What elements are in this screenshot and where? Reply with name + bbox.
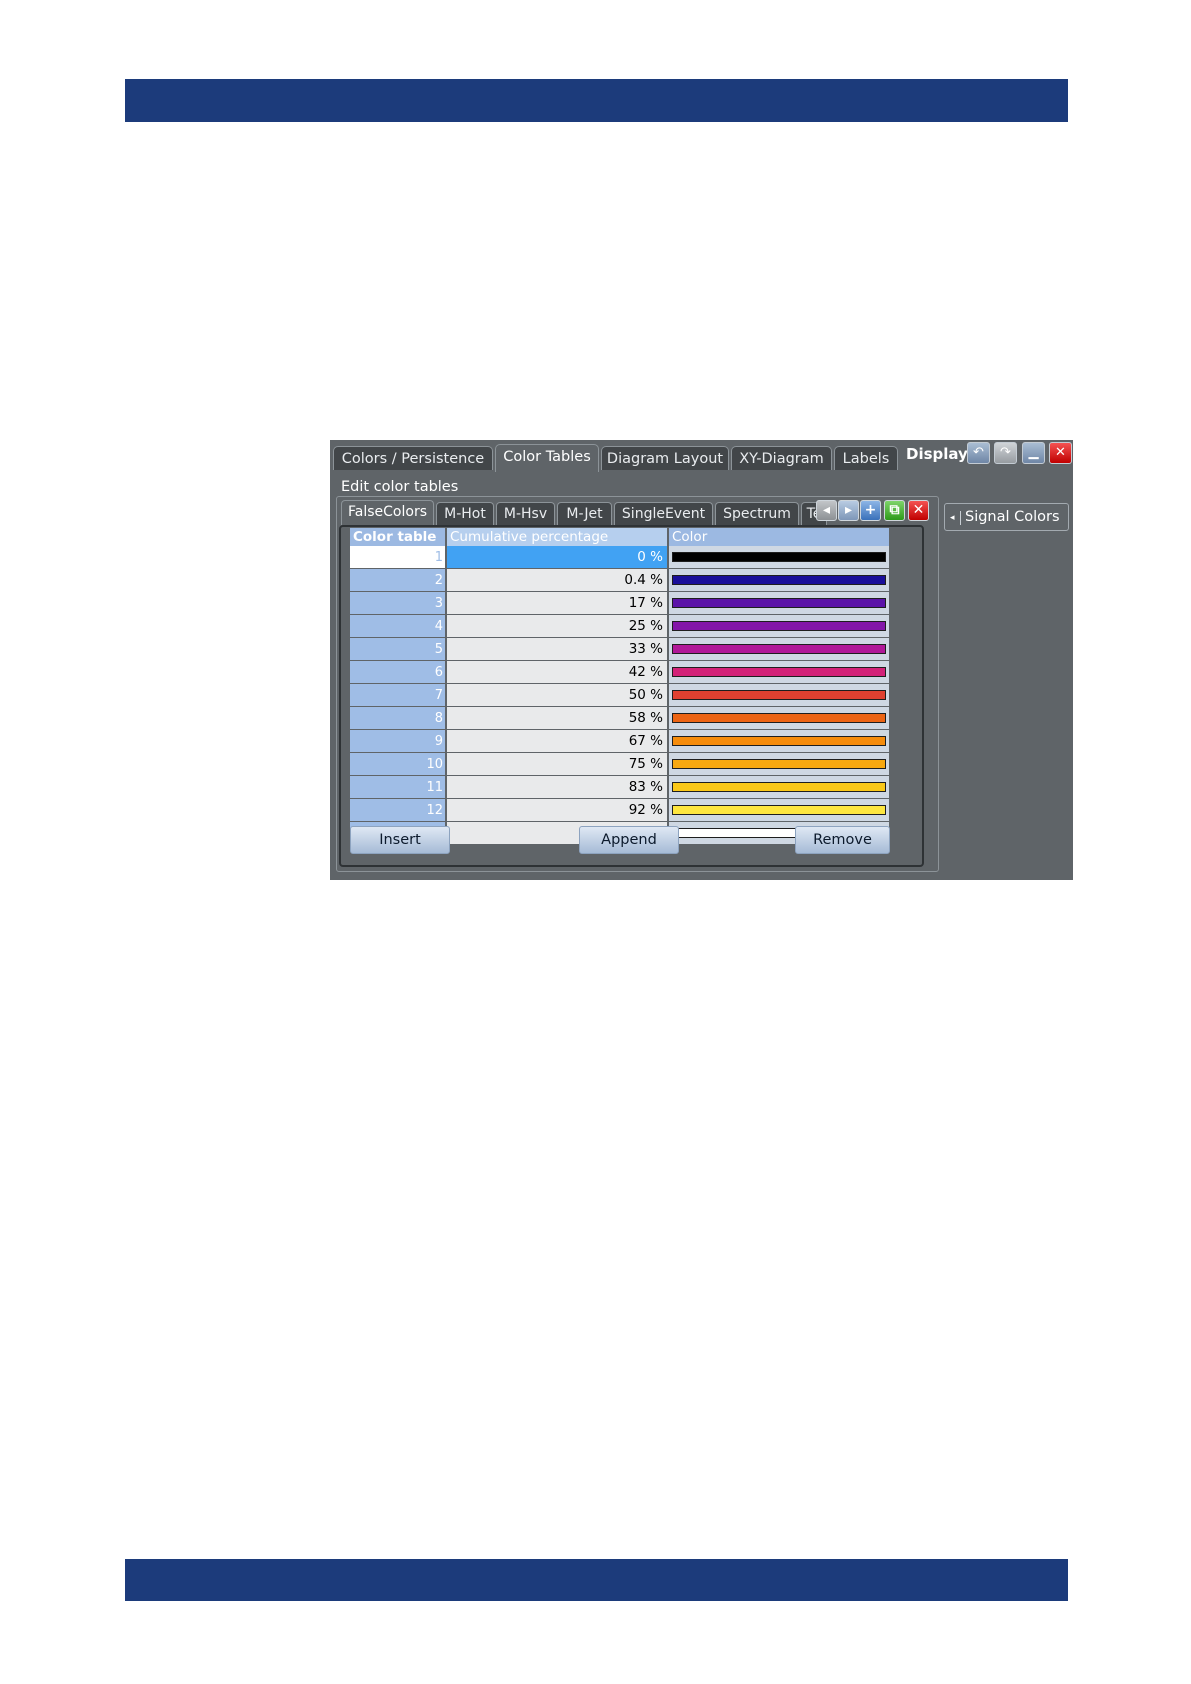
- table-row[interactable]: 5 33 %: [350, 637, 889, 661]
- percentage-cell[interactable]: 67 %: [446, 729, 669, 753]
- color-cell[interactable]: [668, 568, 889, 592]
- subtab-singleevent[interactable]: SingleEvent: [614, 502, 713, 525]
- tab-colors-persistence[interactable]: Colors / Persistence: [333, 446, 493, 470]
- row-index-cell[interactable]: 5: [350, 637, 447, 661]
- percentage-cell[interactable]: 17 %: [446, 591, 669, 615]
- color-cell[interactable]: [668, 660, 889, 684]
- percentage-cell[interactable]: 0.4 %: [446, 568, 669, 592]
- color-swatch: [672, 621, 886, 631]
- table-row[interactable]: 11 83 %: [350, 775, 889, 799]
- add-icon[interactable]: +: [860, 500, 881, 521]
- percentage-cell[interactable]: 33 %: [446, 637, 669, 661]
- subtab-m-hsv[interactable]: M-Hsv: [496, 502, 555, 525]
- minimize-icon[interactable]: ▁: [1022, 442, 1045, 464]
- color-swatch: [672, 713, 886, 723]
- remove-button[interactable]: Remove: [795, 826, 890, 854]
- percentage-cell[interactable]: 58 %: [446, 706, 669, 730]
- row-index-cell[interactable]: 12: [350, 798, 447, 822]
- subtab-falsecolors[interactable]: FalseColors: [341, 500, 434, 525]
- display-dialog: Colors / Persistence Color Tables Diagra…: [330, 440, 1073, 880]
- percentage-cell[interactable]: 42 %: [446, 660, 669, 684]
- table-row[interactable]: 6 42 %: [350, 660, 889, 684]
- section-label: Edit color tables: [341, 479, 459, 495]
- color-cell[interactable]: [668, 614, 889, 638]
- copy-icon[interactable]: ⧉: [884, 500, 905, 521]
- table-header-row: Color table Cumulative percentage Color: [350, 528, 889, 546]
- undo-icon[interactable]: ↶: [967, 442, 990, 464]
- row-index-cell[interactable]: 8: [350, 706, 447, 730]
- redo-icon[interactable]: ↷: [994, 442, 1017, 464]
- table-row[interactable]: 4 25 %: [350, 614, 889, 638]
- table-row[interactable]: 8 58 %: [350, 706, 889, 730]
- percentage-cell[interactable]: 92 %: [446, 798, 669, 822]
- percentage-cell[interactable]: 0 %: [446, 546, 669, 569]
- color-swatch: [672, 805, 886, 815]
- row-index-cell[interactable]: 3: [350, 591, 447, 615]
- subtab-spectrum[interactable]: Spectrum: [715, 502, 799, 525]
- table-row[interactable]: 9 67 %: [350, 729, 889, 753]
- color-cell[interactable]: [668, 591, 889, 615]
- color-swatch: [672, 690, 886, 700]
- color-cell[interactable]: [668, 798, 889, 822]
- row-index-cell[interactable]: 6: [350, 660, 447, 684]
- row-index-cell[interactable]: 10: [350, 752, 447, 776]
- tab-xy-diagram[interactable]: XY-Diagram: [731, 446, 832, 470]
- page-footer-band: [125, 1559, 1068, 1601]
- delete-icon[interactable]: ✕: [908, 500, 929, 521]
- color-cell[interactable]: [668, 637, 889, 661]
- tab-labels[interactable]: Labels: [834, 446, 898, 470]
- column-header-color[interactable]: Color: [668, 528, 889, 546]
- table-row[interactable]: 3 17 %: [350, 591, 889, 615]
- percentage-cell[interactable]: 50 %: [446, 683, 669, 707]
- table-row[interactable]: 10 %: [350, 546, 889, 569]
- color-cell[interactable]: [668, 775, 889, 799]
- color-swatch: [672, 575, 886, 585]
- row-index-cell[interactable]: 11: [350, 775, 447, 799]
- color-cell[interactable]: [668, 729, 889, 753]
- color-swatch: [672, 598, 886, 608]
- column-header-index[interactable]: Color table: [350, 528, 447, 546]
- row-index-cell[interactable]: 7: [350, 683, 447, 707]
- table-row[interactable]: 12 92 %: [350, 798, 889, 822]
- table-row[interactable]: 10 75 %: [350, 752, 889, 776]
- scroll-left-icon[interactable]: ◂: [816, 500, 837, 521]
- percentage-cell[interactable]: 83 %: [446, 775, 669, 799]
- signal-colors-button[interactable]: ◂ Signal Colors: [944, 503, 1069, 531]
- color-cell[interactable]: [668, 752, 889, 776]
- append-button[interactable]: Append: [579, 826, 679, 854]
- row-index-cell[interactable]: 2: [350, 568, 447, 592]
- tab-color-tables[interactable]: Color Tables: [495, 444, 599, 472]
- color-swatch: [672, 736, 886, 746]
- row-index-cell[interactable]: 4: [350, 614, 447, 638]
- scroll-right-icon[interactable]: ▸: [838, 500, 859, 521]
- close-icon[interactable]: ✕: [1049, 442, 1072, 464]
- color-table: Color table Cumulative percentage Color …: [350, 528, 889, 845]
- color-swatch: [672, 759, 886, 769]
- dialog-title: Display: [906, 445, 968, 463]
- tab-diagram-layout[interactable]: Diagram Layout: [601, 446, 729, 470]
- row-index-cell[interactable]: 9: [350, 729, 447, 753]
- percentage-cell[interactable]: 25 %: [446, 614, 669, 638]
- color-swatch: [672, 782, 886, 792]
- signal-colors-label: Signal Colors: [965, 509, 1060, 525]
- page-header-band: [125, 79, 1068, 122]
- subtab-m-hot[interactable]: M-Hot: [436, 502, 494, 525]
- column-header-percentage[interactable]: Cumulative percentage: [446, 528, 669, 546]
- color-swatch: [672, 552, 886, 562]
- color-cell[interactable]: [668, 546, 889, 569]
- subtab-m-jet[interactable]: M-Jet: [557, 502, 612, 525]
- color-swatch: [672, 644, 886, 654]
- color-cell[interactable]: [668, 683, 889, 707]
- row-index-cell[interactable]: 1: [350, 546, 447, 569]
- insert-button[interactable]: Insert: [350, 826, 450, 854]
- color-cell[interactable]: [668, 706, 889, 730]
- table-row[interactable]: 7 50 %: [350, 683, 889, 707]
- table-row[interactable]: 2 0.4 %: [350, 568, 889, 592]
- color-swatch: [672, 667, 886, 677]
- expand-left-icon: ◂: [950, 511, 961, 525]
- percentage-cell[interactable]: 75 %: [446, 752, 669, 776]
